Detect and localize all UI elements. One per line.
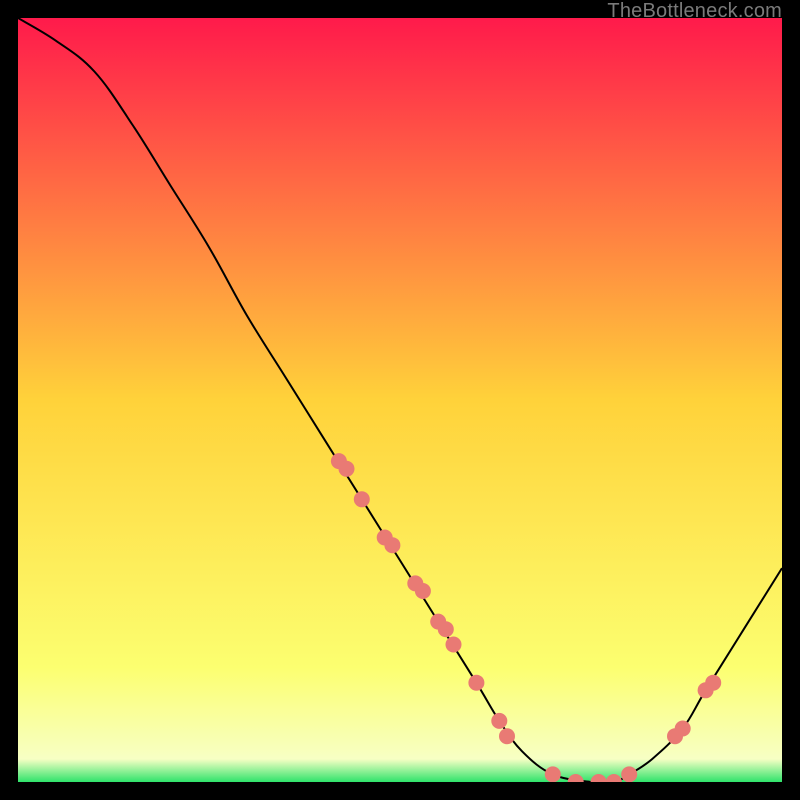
bottleneck-curve-chart [18, 18, 782, 782]
curve-marker [705, 675, 721, 691]
curve-marker [499, 728, 515, 744]
curve-marker [339, 461, 355, 477]
curve-marker [545, 766, 561, 782]
curve-marker [438, 621, 454, 637]
curve-marker [446, 637, 462, 653]
curve-marker [621, 766, 637, 782]
attribution-watermark: TheBottleneck.com [607, 0, 782, 23]
curve-marker [354, 491, 370, 507]
curve-marker [675, 721, 691, 737]
curve-marker [415, 583, 431, 599]
curve-marker [468, 675, 484, 691]
gradient-background [18, 18, 782, 782]
curve-marker [491, 713, 507, 729]
chart-container [18, 18, 782, 782]
curve-marker [384, 537, 400, 553]
